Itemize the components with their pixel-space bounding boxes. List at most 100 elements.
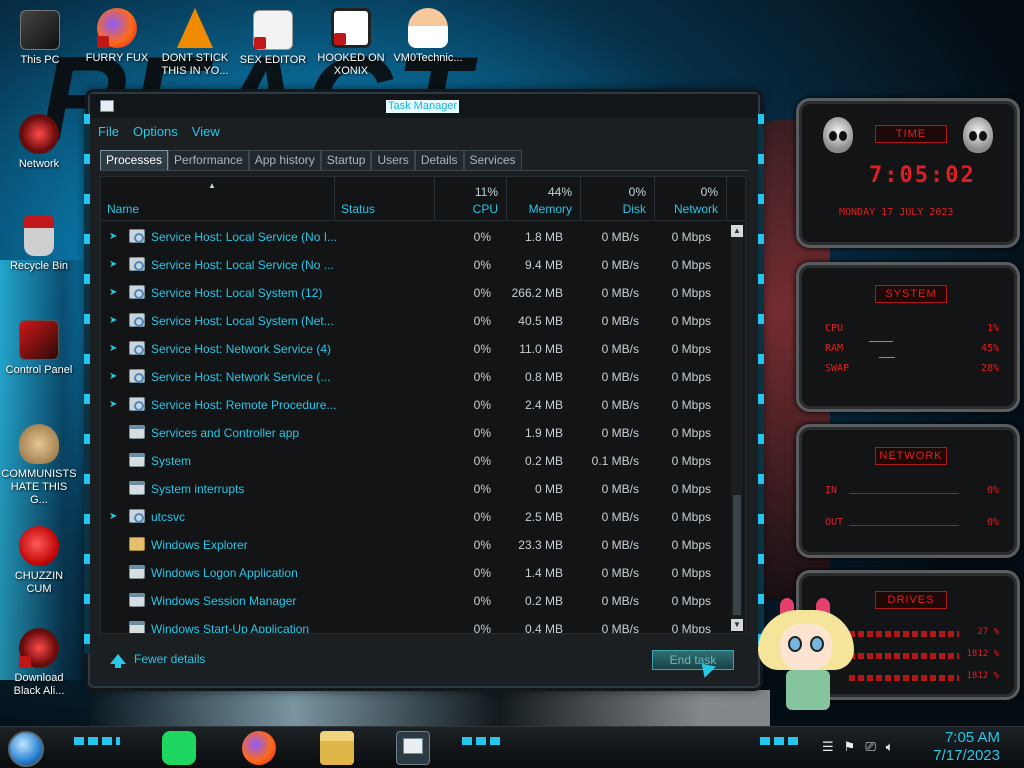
process-cpu: 0% bbox=[473, 370, 491, 384]
notes-app-icon[interactable] bbox=[162, 731, 196, 765]
character-eye bbox=[810, 636, 824, 652]
tab-services[interactable]: Services bbox=[463, 150, 522, 170]
column-header-cpu[interactable]: 11% CPU bbox=[435, 177, 507, 221]
volume-icon[interactable]: 🔈︎ bbox=[886, 739, 894, 755]
process-icon bbox=[129, 397, 145, 411]
process-memory: 40.5 MB bbox=[518, 314, 563, 328]
table-row[interactable]: ➤ Service Host: Local System (Net... 0% 40.… bbox=[101, 307, 735, 335]
desktop-icon-hooked-on-xonix[interactable]: HOOKED ON XONIX bbox=[313, 8, 389, 78]
scroll-up-icon[interactable]: ▲ bbox=[731, 225, 743, 237]
taskbar: ☰ ⚑ ⎚ 🔈︎ 7:05 AM 7/17/2023 bbox=[0, 726, 1024, 768]
column-header-status[interactable]: Status bbox=[335, 177, 435, 221]
desktop-icon-recycle-bin[interactable]: Recycle Bin bbox=[1, 216, 77, 273]
vertical-scrollbar[interactable]: ▲ ▼ bbox=[731, 225, 743, 631]
menu-bar: File Options View bbox=[98, 124, 220, 144]
process-name: utcsvc bbox=[151, 510, 186, 524]
table-row[interactable]: Windows Explorer 0% 23.3 MB 0 MB/s 0 Mbps bbox=[101, 531, 735, 559]
scroll-down-icon[interactable]: ▼ bbox=[731, 619, 743, 631]
table-row[interactable]: System 0% 0.2 MB 0.1 MB/s 0 Mbps bbox=[101, 447, 735, 475]
scroll-thumb[interactable] bbox=[733, 495, 741, 615]
end-task-button[interactable]: End task bbox=[652, 650, 734, 670]
process-icon bbox=[129, 285, 145, 299]
table-row[interactable]: ➤ utcsvc 0% 2.5 MB 0 MB/s 0 Mbps bbox=[101, 503, 735, 531]
expand-chevron-icon[interactable]: ➤ bbox=[109, 399, 117, 410]
menu-view[interactable]: View bbox=[192, 124, 220, 144]
table-row[interactable]: Windows Start-Up Application 0% 0.4 MB 0 MB… bbox=[101, 615, 735, 633]
desktop-icon-dont-stick[interactable]: DONT STICK THIS IN YO... bbox=[157, 8, 233, 78]
menu-options[interactable]: Options bbox=[133, 124, 178, 144]
taskbar-clock[interactable]: 7:05 AM 7/17/2023 bbox=[933, 729, 1000, 765]
table-row[interactable]: ➤ Service Host: Local Service (No ... 0% 9.… bbox=[101, 251, 735, 279]
vlc-cone-icon bbox=[177, 8, 213, 48]
expand-chevron-icon[interactable]: ➤ bbox=[109, 231, 117, 242]
task-manager-taskbar-icon[interactable] bbox=[396, 731, 430, 765]
show-hidden-icons-icon[interactable]: ☰ bbox=[822, 739, 834, 755]
column-header-disk[interactable]: 0% Disk bbox=[581, 177, 655, 221]
table-row[interactable]: System interrupts 0% 0 MB 0 MB/s 0 Mbps bbox=[101, 475, 735, 503]
table-row[interactable]: ➤ Service Host: Network Service (... 0% 0.8… bbox=[101, 363, 735, 391]
menu-file[interactable]: File bbox=[98, 124, 119, 144]
expand-chevron-icon[interactable]: ➤ bbox=[109, 315, 117, 326]
desktop-icon-control-panel[interactable]: Control Panel bbox=[1, 320, 77, 377]
desktop-icon-network[interactable]: Network bbox=[1, 114, 77, 171]
process-name: Service Host: Local Service (No I... bbox=[151, 230, 338, 244]
expand-chevron-icon[interactable]: ➤ bbox=[109, 343, 117, 354]
tab-performance[interactable]: Performance bbox=[168, 150, 249, 170]
desktop-icon-vm0technic[interactable]: VM0Technic... bbox=[390, 8, 466, 65]
process-table: ▲ Name Status 11% CPU 44% Memory 0% Disk… bbox=[100, 176, 746, 634]
drive-1-bar bbox=[849, 631, 959, 637]
column-header-network[interactable]: 0% Network bbox=[655, 177, 727, 221]
network-icon[interactable]: ⎚ bbox=[865, 739, 875, 755]
money-bag-icon bbox=[19, 424, 59, 464]
process-icon bbox=[129, 425, 145, 439]
firefox-taskbar-icon[interactable] bbox=[242, 731, 276, 765]
desktop-icon-furry-fux[interactable]: FURRY FUX bbox=[79, 8, 155, 65]
tab-users[interactable]: Users bbox=[371, 150, 415, 170]
process-memory: 23.3 MB bbox=[518, 538, 563, 552]
table-row[interactable]: Services and Controller app 0% 1.9 MB 0 MB/… bbox=[101, 419, 735, 447]
table-row[interactable]: Windows Session Manager 0% 0.2 MB 0 MB/s 0 M… bbox=[101, 587, 735, 615]
expand-chevron-icon[interactable]: ➤ bbox=[109, 511, 117, 522]
net-in-value: 0% bbox=[986, 485, 999, 496]
tab-processes[interactable]: Processes bbox=[100, 150, 169, 170]
tab-app-history[interactable]: App history bbox=[248, 150, 321, 170]
process-icon bbox=[129, 257, 145, 271]
desktop-icon-this-pc[interactable]: This PC bbox=[2, 10, 78, 67]
expand-chevron-icon[interactable]: ➤ bbox=[109, 371, 117, 382]
flag-icon[interactable]: ⚑ bbox=[844, 739, 856, 755]
column-header-memory[interactable]: 44% Memory bbox=[507, 177, 581, 221]
process-cpu: 0% bbox=[473, 258, 491, 272]
table-row[interactable]: Windows Logon Application 0% 1.4 MB 0 MB/s 0… bbox=[101, 559, 735, 587]
expand-chevron-icon[interactable]: ➤ bbox=[109, 259, 117, 270]
alien-skin-icon bbox=[19, 628, 59, 668]
table-row[interactable]: ➤ Service Host: Network Service (4) 0% 11.0… bbox=[101, 335, 735, 363]
process-cpu: 0% bbox=[473, 314, 491, 328]
desktop-icon-download-black-ali[interactable]: Download Black Ali... bbox=[1, 628, 77, 698]
taskbar-decoration bbox=[760, 737, 800, 745]
desktop-icon-label: CHUZZIN CUM bbox=[14, 570, 64, 595]
window-edge-decoration bbox=[758, 114, 764, 654]
process-memory: 2.5 MB bbox=[524, 510, 563, 524]
clock-date: 7/17/2023 bbox=[933, 747, 1000, 764]
desktop-icon-sex-editor[interactable]: SEX EDITOR bbox=[235, 10, 311, 67]
process-name: Windows Logon Application bbox=[151, 566, 298, 580]
process-name: Service Host: Local Service (No ... bbox=[151, 258, 334, 272]
file-explorer-icon[interactable] bbox=[320, 731, 354, 765]
column-header-name[interactable]: Name bbox=[101, 177, 335, 221]
table-row[interactable]: ➤ Service Host: Local System (12) 0% 266.2 … bbox=[101, 279, 735, 307]
control-panel-icon bbox=[19, 320, 59, 360]
collapse-up-icon bbox=[110, 654, 126, 668]
title-bar[interactable]: Task Manager bbox=[90, 94, 758, 118]
process-disk: 0 MB/s bbox=[601, 398, 639, 412]
desktop-icon-chuzzin[interactable]: CHUZZIN CUM bbox=[1, 526, 77, 596]
fewer-details-toggle[interactable]: Fewer details bbox=[110, 652, 205, 668]
tab-startup[interactable]: Startup bbox=[320, 150, 372, 170]
process-icon bbox=[129, 509, 145, 523]
process-disk: 0 MB/s bbox=[601, 314, 639, 328]
table-row[interactable]: ➤ Service Host: Remote Procedure... 0% 2.4 … bbox=[101, 391, 735, 419]
desktop-icon-communists[interactable]: COMMUNISTS HATE THIS G... bbox=[1, 424, 77, 507]
table-row[interactable]: ➤ Service Host: Local Service (No I... 0% 1… bbox=[101, 223, 735, 251]
start-button[interactable] bbox=[8, 731, 44, 767]
expand-chevron-icon[interactable]: ➤ bbox=[109, 287, 117, 298]
tab-details[interactable]: Details bbox=[414, 150, 464, 170]
